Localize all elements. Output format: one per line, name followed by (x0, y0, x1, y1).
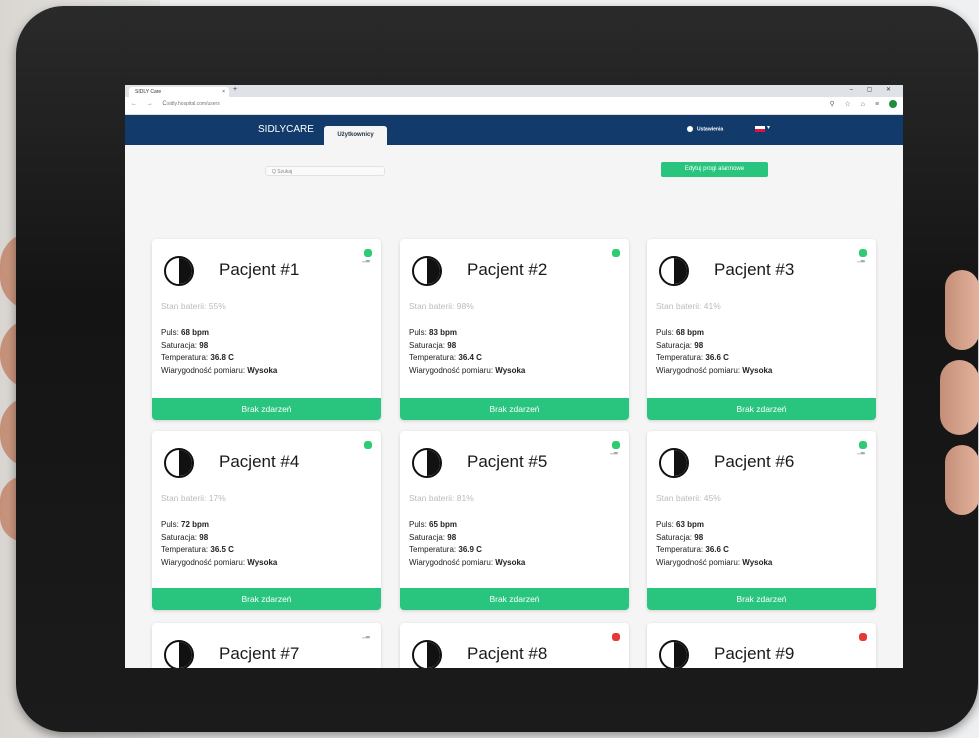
status-indicator-icon (610, 633, 620, 655)
status-indicator-icon: ▁▃ (857, 441, 867, 463)
browser-nav-buttons[interactable]: ← → C (131, 101, 171, 107)
patient-card[interactable]: Pacjent #8 (400, 623, 629, 668)
status-indicator-icon: ▁▃ (362, 633, 370, 639)
patient-name: Pacjent #1 (219, 260, 300, 279)
settings-label: Ustawienia (697, 126, 724, 133)
profile-avatar[interactable] (889, 100, 897, 109)
events-button[interactable]: Brak zdarzeń (400, 398, 629, 420)
tablet-screen: SIDLY Care × + – ▢ ✕ ← → C sidly.hospita… (125, 85, 903, 668)
patient-card[interactable]: Pacjent #6 ▁▃ Stan baterii: 45% Puls: 63… (647, 431, 876, 610)
status-indicator-icon (610, 249, 620, 271)
status-indicator-icon (362, 441, 372, 463)
patient-name: Pacjent #2 (467, 260, 548, 279)
patient-card[interactable]: Pacjent #2 Stan baterii: 98% Puls: 83 bp… (400, 239, 629, 420)
patient-icon (659, 448, 689, 478)
patient-icon (412, 256, 442, 286)
patient-icon (659, 640, 689, 668)
events-button[interactable]: Brak zdarzeń (152, 588, 381, 610)
battery-status: Stan baterii: 41% (656, 301, 721, 311)
gear-icon (687, 126, 693, 132)
window-controls[interactable]: – ▢ ✕ (850, 86, 897, 93)
patient-card[interactable]: Pacjent #9 (647, 623, 876, 668)
patient-metrics: Puls: 65 bpm Saturacja: 98 Temperatura: … (409, 520, 526, 567)
patient-name: Pacjent #7 (219, 644, 300, 663)
patient-metrics: Puls: 68 bpm Saturacja: 98 Temperatura: … (161, 328, 278, 375)
events-button[interactable]: Brak zdarzeń (647, 398, 876, 420)
patient-icon (164, 448, 194, 478)
close-icon[interactable]: × (222, 87, 225, 97)
app-header: SIDLYCARE Użytkownicy Ustawienia ▾ (125, 115, 903, 145)
patient-icon (164, 640, 194, 668)
patient-icon (164, 256, 194, 286)
browser-tab[interactable]: SIDLY Care × (129, 87, 229, 97)
patient-card[interactable]: Pacjent #7 ▁▃ (152, 623, 381, 668)
battery-status: Stan baterii: 55% (161, 301, 226, 311)
search-input[interactable]: Q Szukaj (265, 166, 385, 176)
patient-name: Pacjent #5 (467, 452, 548, 471)
patient-metrics: Puls: 68 bpm Saturacja: 98 Temperatura: … (656, 328, 773, 375)
patient-metrics: Puls: 83 bpm Saturacja: 98 Temperatura: … (409, 328, 526, 375)
events-button[interactable]: Brak zdarzeń (647, 588, 876, 610)
battery-status: Stan baterii: 81% (409, 493, 474, 503)
new-tab-icon[interactable]: + (233, 86, 237, 93)
patient-name: Pacjent #9 (714, 644, 795, 663)
battery-status: Stan baterii: 17% (161, 493, 226, 503)
browser-address-bar: ← → C sidly.hospital.com/users ⚲ ☆ ⌂ ≡ (125, 97, 903, 115)
settings-link[interactable]: Ustawienia (687, 126, 723, 132)
patient-metrics: Puls: 72 bpm Saturacja: 98 Temperatura: … (161, 520, 278, 567)
right-hand-finger-2 (940, 360, 979, 435)
patient-card[interactable]: Pacjent #4 Stan baterii: 17% Puls: 72 bp… (152, 431, 381, 610)
patient-name: Pacjent #8 (467, 644, 548, 663)
patient-name: Pacjent #4 (219, 452, 300, 471)
logo: SIDLYCARE (258, 124, 314, 135)
status-indicator-icon (857, 633, 867, 655)
right-hand-finger-3 (945, 445, 979, 515)
patient-name: Pacjent #3 (714, 260, 795, 279)
tablet-frame: SIDLY Care × + – ▢ ✕ ← → C sidly.hospita… (16, 6, 978, 732)
status-indicator-icon: ▁▃ (857, 249, 867, 271)
patient-name: Pacjent #6 (714, 452, 795, 471)
patient-card[interactable]: Pacjent #3 ▁▃ Stan baterii: 41% Puls: 68… (647, 239, 876, 420)
patient-icon (659, 256, 689, 286)
chevron-down-icon[interactable]: ▾ (767, 124, 770, 131)
url-field[interactable]: sidly.hospital.com/users (167, 101, 220, 107)
events-button[interactable]: Brak zdarzeń (400, 588, 629, 610)
patient-card[interactable]: Pacjent #1 ▁▃ Stan baterii: 55% Puls: 68… (152, 239, 381, 420)
patient-metrics: Puls: 63 bpm Saturacja: 98 Temperatura: … (656, 520, 773, 567)
browser-tab-strip: SIDLY Care × + – ▢ ✕ (125, 85, 903, 97)
browser-tab-title: SIDLY Care (135, 89, 162, 95)
patient-card[interactable]: Pacjent #5 ▁▃ Stan baterii: 81% Puls: 65… (400, 431, 629, 610)
edit-alarm-thresholds-button[interactable]: Edytuj progi alarmowe (661, 162, 768, 177)
right-hand-finger-1 (945, 270, 979, 350)
poland-flag-icon[interactable] (755, 126, 765, 132)
extension-icons[interactable]: ⚲ ☆ ⌂ ≡ (829, 100, 897, 109)
patient-icon (412, 640, 442, 668)
extension-icons-text: ⚲ ☆ ⌂ ≡ (829, 101, 884, 108)
events-button[interactable]: Brak zdarzeń (152, 398, 381, 420)
patient-icon (412, 448, 442, 478)
battery-status: Stan baterii: 98% (409, 301, 474, 311)
tab-users[interactable]: Użytkownicy (324, 126, 387, 145)
status-indicator-icon: ▁▃ (362, 249, 372, 271)
battery-status: Stan baterii: 45% (656, 493, 721, 503)
status-indicator-icon: ▁▃ (610, 441, 620, 463)
